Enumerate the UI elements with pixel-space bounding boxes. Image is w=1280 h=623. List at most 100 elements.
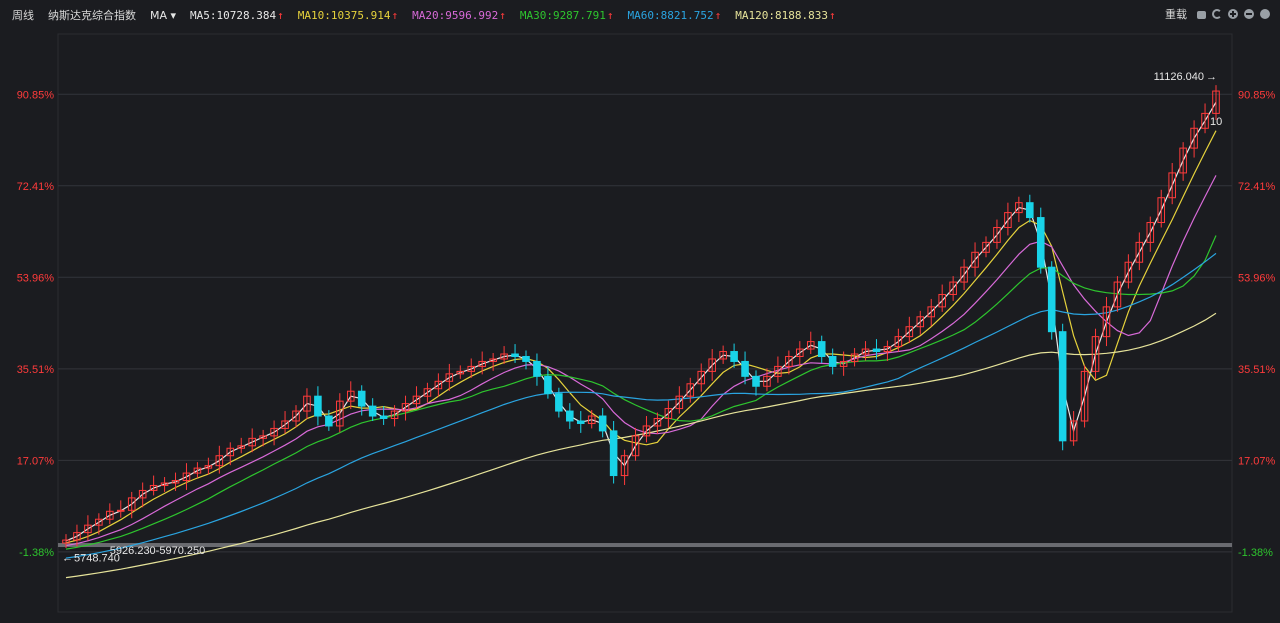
- candle-down: [817, 335, 826, 363]
- y-tick-label-left: -1.38%: [19, 547, 54, 559]
- candle-up: [1157, 189, 1166, 228]
- candle-up: [292, 405, 300, 428]
- candle-up: [1212, 85, 1220, 120]
- ma60-legend: MA60:8821.752↑: [628, 9, 722, 22]
- candle-up: [1190, 120, 1198, 158]
- y-tick-label-left: 72.41%: [17, 181, 55, 193]
- y-tick-label-right: 72.41%: [1238, 181, 1276, 193]
- candle-up: [960, 259, 968, 291]
- ma20-value: MA20:9596.992: [412, 8, 499, 22]
- candle-body: [566, 410, 574, 422]
- lock-icon[interactable]: [1197, 11, 1206, 19]
- candle-up: [346, 381, 355, 410]
- candle-up: [796, 341, 804, 366]
- y-tick-label-left: 90.85%: [17, 89, 55, 101]
- ma30-line: [65, 235, 1217, 550]
- candle-up: [248, 428, 256, 453]
- candle-up: [850, 348, 859, 367]
- candle-down: [368, 398, 377, 421]
- candle-body: [1026, 202, 1034, 219]
- candle-up: [1069, 411, 1078, 446]
- ma60-line: [65, 252, 1217, 559]
- close-icon[interactable]: [1260, 9, 1270, 19]
- ma10-value: MA10:10375.914: [297, 8, 391, 22]
- candle-up: [237, 437, 246, 454]
- ma120-value: MA120:8188.833: [735, 8, 828, 22]
- candle-up: [949, 276, 957, 301]
- candle-up: [149, 475, 158, 496]
- candle-down: [1047, 261, 1056, 340]
- candle-up: [412, 386, 421, 409]
- plot-frame: [57, 33, 1233, 613]
- candle-up: [1179, 142, 1187, 181]
- period-label[interactable]: 周线: [12, 7, 34, 23]
- candle-body: [368, 405, 377, 417]
- candle-up: [686, 377, 695, 403]
- candlestick-chart[interactable]: 90.85% 90.85% 72.41% 72.41% 53.96% 53.96% 35.5…: [0, 30, 1280, 620]
- arrow-up-icon: ↑: [828, 8, 836, 22]
- candle-body: [741, 360, 749, 377]
- candle-body: [544, 375, 552, 395]
- candle-body: [730, 351, 738, 362]
- ma10-line: [65, 130, 1217, 544]
- candle-body: [522, 355, 530, 362]
- ma5-line: [65, 101, 1217, 542]
- candle-up: [1080, 365, 1089, 428]
- candle-up: [1146, 216, 1155, 252]
- candle-body: [609, 430, 618, 477]
- candle-up: [883, 340, 892, 361]
- ma30-value: MA30:9287.791: [519, 8, 606, 22]
- candle-down: [1036, 207, 1045, 274]
- ma10-legend: MA10:10375.914↑: [298, 9, 398, 22]
- candle-body: [576, 420, 585, 424]
- arrow-up-icon: ↑: [714, 8, 722, 22]
- candle-body: [1058, 331, 1067, 442]
- ma5-legend: MA5:10728.384↑: [190, 9, 284, 22]
- y-tick-label-right: 90.85%: [1238, 89, 1276, 101]
- y-tick-label-left: 17.07%: [17, 455, 55, 467]
- arrow-up-icon: ↑: [606, 8, 614, 22]
- candle-up: [664, 400, 673, 428]
- reset-button[interactable]: 重载: [1165, 6, 1187, 22]
- refresh-icon[interactable]: [1212, 9, 1222, 19]
- arrow-left-icon: ←: [62, 552, 73, 564]
- ma120-legend: MA120:8188.833↑: [735, 9, 835, 22]
- arrow-right-icon: →: [1206, 71, 1217, 83]
- candle-up: [971, 242, 979, 277]
- candle-up: [401, 395, 410, 421]
- zoom-in-icon[interactable]: [1228, 9, 1238, 19]
- y-tick-label-right: 17.07%: [1238, 455, 1276, 467]
- candle-up: [138, 482, 147, 508]
- candle-down: [1058, 323, 1067, 451]
- candle-up: [708, 349, 716, 381]
- candle-up: [620, 449, 629, 485]
- candle-down: [522, 350, 530, 370]
- candle-down: [730, 343, 738, 368]
- candle-up: [993, 219, 1001, 249]
- chart-area[interactable]: 90.85% 90.85% 72.41% 72.41% 53.96% 53.96% 35.5…: [0, 30, 1280, 620]
- candle-up: [336, 393, 344, 433]
- candle-up: [1201, 103, 1209, 134]
- candle-up: [423, 382, 432, 403]
- indicator-select[interactable]: MA ▾: [150, 9, 176, 22]
- candle-up: [631, 427, 640, 461]
- zoom-out-icon[interactable]: [1244, 9, 1254, 19]
- candle-up: [1168, 162, 1176, 205]
- ma20-legend: MA20:9596.992↑: [412, 9, 506, 22]
- low-range-label: 5926.230-5970.250: [110, 545, 205, 557]
- ma30-legend: MA30:9287.791↑: [520, 9, 614, 22]
- candle-body: [817, 341, 826, 357]
- candle-body: [752, 375, 760, 387]
- y-tick-label-left: 35.51%: [17, 364, 55, 376]
- candle-body: [1047, 266, 1056, 333]
- arrow-up-icon: ↑: [499, 8, 506, 22]
- candle-body: [379, 415, 388, 420]
- candle-down: [576, 411, 585, 433]
- y-tick-label-right: 53.96%: [1238, 272, 1276, 284]
- y-tick-label-left: 53.96%: [17, 272, 55, 284]
- candle-up: [697, 363, 706, 392]
- candle-down: [828, 348, 837, 375]
- candle-down: [752, 370, 760, 396]
- candle-up: [434, 373, 443, 397]
- candle-up: [916, 310, 925, 335]
